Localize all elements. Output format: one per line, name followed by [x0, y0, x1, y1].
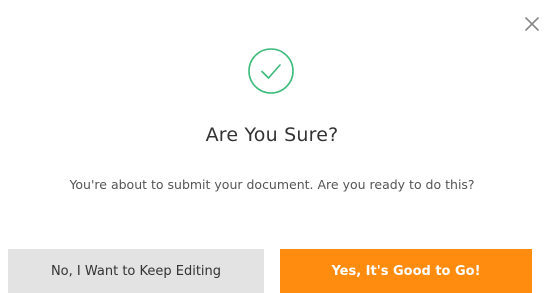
dialog-title: Are You Sure?	[205, 124, 339, 146]
confirm-submit-button[interactable]: Yes, It's Good to Go!	[280, 249, 532, 293]
confirm-dialog: Are You Sure? You're about to submit you…	[0, 0, 544, 293]
dialog-message: You're about to submit your document. Ar…	[69, 177, 475, 192]
close-button[interactable]	[522, 14, 542, 34]
keep-editing-button[interactable]: No, I Want to Keep Editing	[8, 249, 264, 293]
check-circle-icon	[247, 47, 295, 95]
close-icon	[525, 17, 539, 31]
